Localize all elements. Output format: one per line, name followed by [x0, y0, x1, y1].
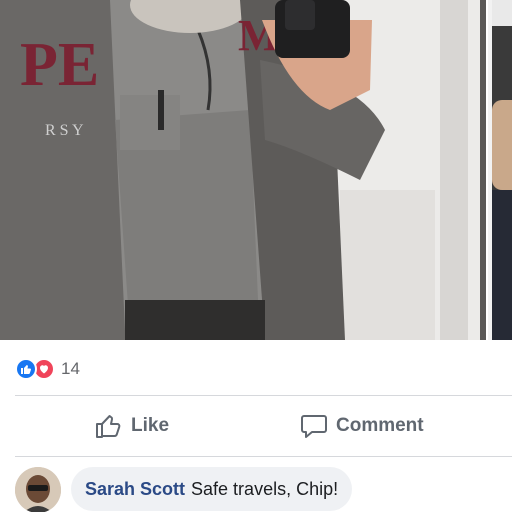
reaction-summary[interactable]: 14 [15, 357, 80, 381]
next-photo-top [492, 0, 512, 26]
thumbs-up-icon [96, 415, 121, 438]
post-photo[interactable]: PE R S Y M [0, 0, 512, 340]
like-button[interactable]: Like [95, 406, 169, 446]
reaction-count: 14 [61, 359, 80, 378]
like-reaction-icon [15, 358, 37, 380]
comment-text: Safe travels, Chip! [191, 478, 339, 499]
comment-bubble: Sarah Scott Safe travels, Chip! [71, 467, 353, 511]
comment-author-link[interactable]: Sarah Scott [85, 479, 185, 500]
svg-text:R S Y: R S Y [45, 122, 84, 139]
avatar[interactable] [15, 467, 61, 512]
comment-label: Comment [336, 415, 424, 436]
next-photo-shadow [492, 190, 512, 340]
next-photo-face [492, 100, 512, 190]
selfie-scene: PE R S Y M [0, 0, 512, 340]
divider-top [15, 395, 512, 396]
next-photo-thumbnail[interactable] [486, 0, 512, 340]
comment-button[interactable]: Comment [300, 406, 424, 446]
svg-text:PE: PE [20, 31, 99, 99]
comment-bubble-icon [301, 415, 327, 438]
like-label: Like [131, 415, 170, 436]
divider-bottom [15, 456, 512, 457]
commenter-avatar-image [15, 467, 61, 512]
